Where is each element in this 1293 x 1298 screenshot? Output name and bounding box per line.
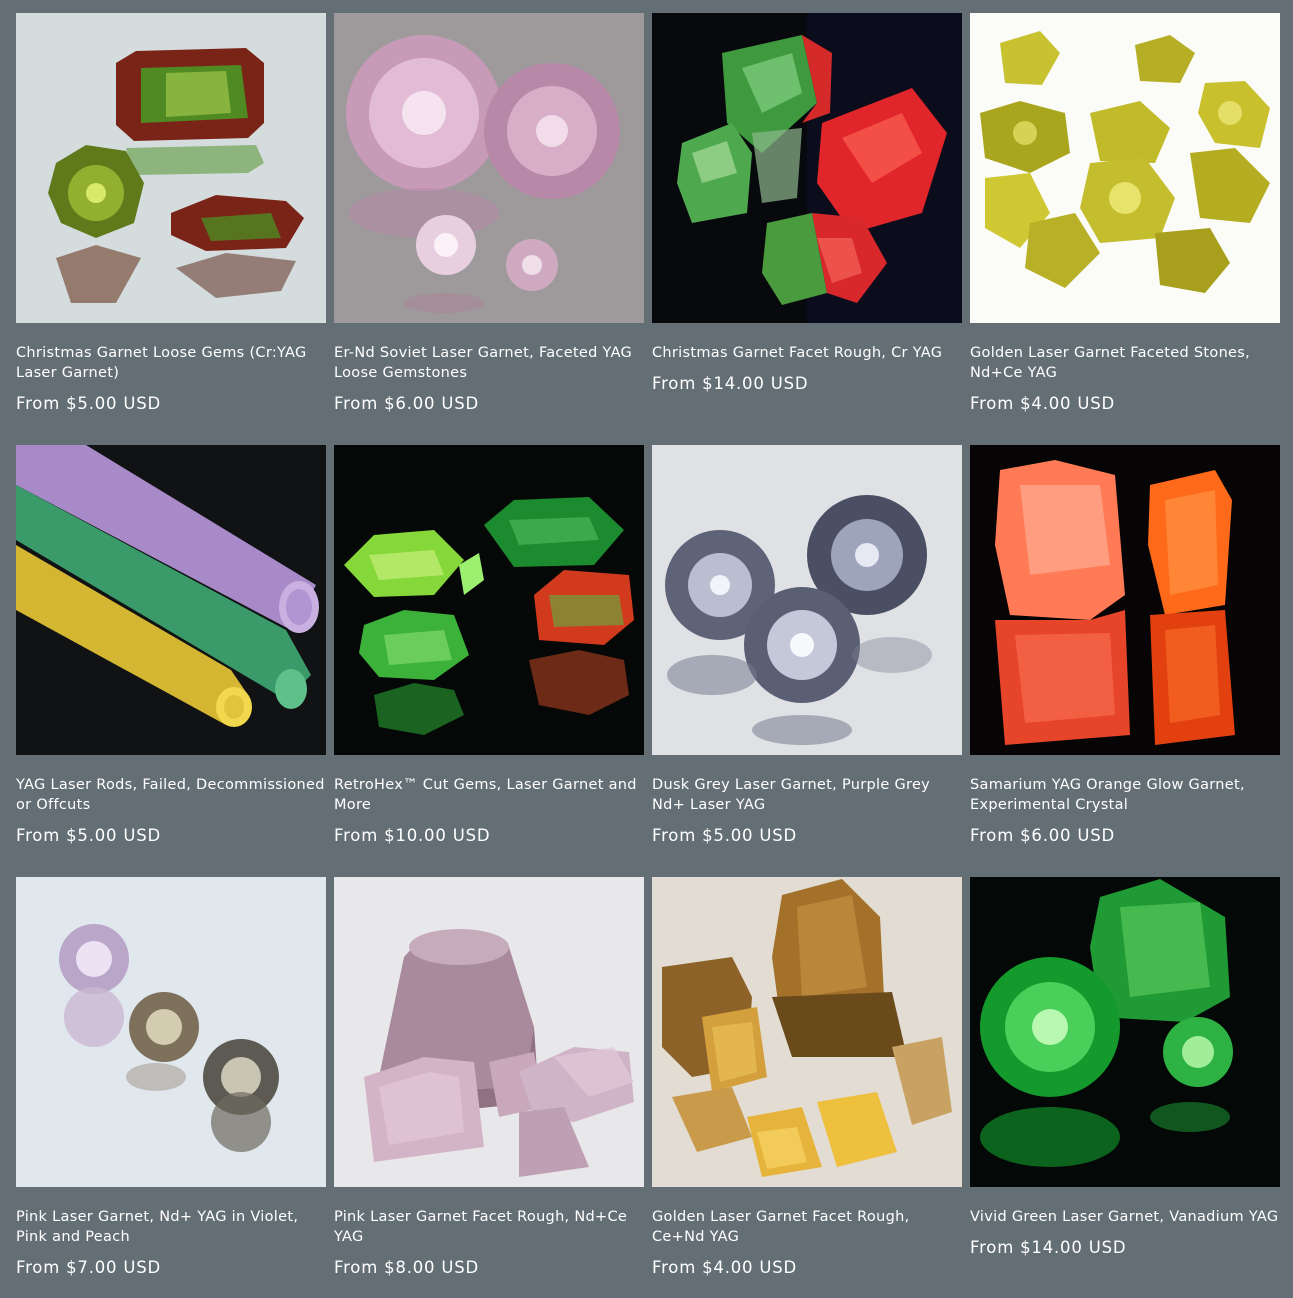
product-price: From $14.00 USD [652,374,809,393]
product-image[interactable] [16,877,326,1187]
product-image[interactable] [970,13,1280,323]
product-price: From $5.00 USD [652,826,798,845]
product-price: From $10.00 USD [334,826,491,845]
product-title[interactable]: Christmas Garnet Loose Gems (Cr:YAG Lase… [16,343,328,383]
product-image[interactable] [652,445,962,755]
product-price: From $14.00 USD [970,1238,1127,1257]
product-price: From $6.00 USD [970,826,1116,845]
product-title[interactable]: Christmas Garnet Facet Rough, Cr YAG [652,343,964,363]
product-card[interactable]: Christmas Garnet Facet Rough, Cr YAG Fro… [652,13,962,395]
product-title[interactable]: Dusk Grey Laser Garnet, Purple Grey Nd+ … [652,775,964,815]
product-title[interactable]: Vivid Green Laser Garnet, Vanadium YAG [970,1207,1282,1227]
product-card[interactable]: RetroHex™ Cut Gems, Laser Garnet and Mor… [334,445,644,847]
product-price: From $5.00 USD [16,826,162,845]
product-title[interactable]: Samarium YAG Orange Glow Garnet, Experim… [970,775,1282,815]
product-title[interactable]: Er-Nd Soviet Laser Garnet, Faceted YAG L… [334,343,646,383]
product-card[interactable]: Pink Laser Garnet Facet Rough, Nd+Ce YAG… [334,877,644,1279]
product-card[interactable]: Pink Laser Garnet, Nd+ YAG in Violet, Pi… [16,877,326,1279]
product-title[interactable]: YAG Laser Rods, Failed, Decommissioned o… [16,775,328,815]
product-title[interactable]: Golden Laser Garnet Faceted Stones, Nd+C… [970,343,1282,383]
product-image[interactable] [334,877,644,1187]
product-image[interactable] [16,13,326,323]
christmas-garnet-rough-image [652,13,962,323]
golden-faceted-stones-image [970,13,1280,323]
product-title[interactable]: Golden Laser Garnet Facet Rough, Ce+Nd Y… [652,1207,964,1247]
product-price: From $8.00 USD [334,1258,480,1277]
product-price: From $4.00 USD [970,394,1116,413]
product-title[interactable]: Pink Laser Garnet, Nd+ YAG in Violet, Pi… [16,1207,328,1247]
christmas-garnet-gems-image [16,13,326,323]
product-price: From $6.00 USD [334,394,480,413]
product-image[interactable] [16,445,326,755]
product-price: From $5.00 USD [16,394,162,413]
pink-soviet-garnet-image [334,13,644,323]
product-image[interactable] [970,445,1280,755]
yag-laser-rods-image [16,445,326,755]
product-price: From $4.00 USD [652,1258,798,1277]
vivid-green-garnet-image [970,877,1280,1187]
product-image[interactable] [970,877,1280,1187]
product-card[interactable]: Golden Laser Garnet Facet Rough, Ce+Nd Y… [652,877,962,1279]
product-card[interactable]: Dusk Grey Laser Garnet, Purple Grey Nd+ … [652,445,962,847]
product-image[interactable] [652,877,962,1187]
golden-facet-rough-image [652,877,962,1187]
product-card[interactable]: YAG Laser Rods, Failed, Decommissioned o… [16,445,326,847]
product-image[interactable] [652,13,962,323]
product-grid: Christmas Garnet Loose Gems (Cr:YAG Lase… [0,0,1293,1298]
product-title[interactable]: RetroHex™ Cut Gems, Laser Garnet and Mor… [334,775,646,815]
product-card[interactable]: Golden Laser Garnet Faceted Stones, Nd+C… [970,13,1280,415]
pink-laser-garnet-image [16,877,326,1187]
retrohex-gems-image [334,445,644,755]
product-card[interactable]: Samarium YAG Orange Glow Garnet, Experim… [970,445,1280,847]
product-image[interactable] [334,13,644,323]
pink-facet-rough-image [334,877,644,1187]
product-image[interactable] [334,445,644,755]
product-title[interactable]: Pink Laser Garnet Facet Rough, Nd+Ce YAG [334,1207,646,1247]
product-card[interactable]: Vivid Green Laser Garnet, Vanadium YAG F… [970,877,1280,1259]
product-card[interactable]: Er-Nd Soviet Laser Garnet, Faceted YAG L… [334,13,644,415]
samarium-orange-crystal-image [970,445,1280,755]
dusk-grey-garnet-image [652,445,962,755]
product-price: From $7.00 USD [16,1258,162,1277]
product-card[interactable]: Christmas Garnet Loose Gems (Cr:YAG Lase… [16,13,326,415]
